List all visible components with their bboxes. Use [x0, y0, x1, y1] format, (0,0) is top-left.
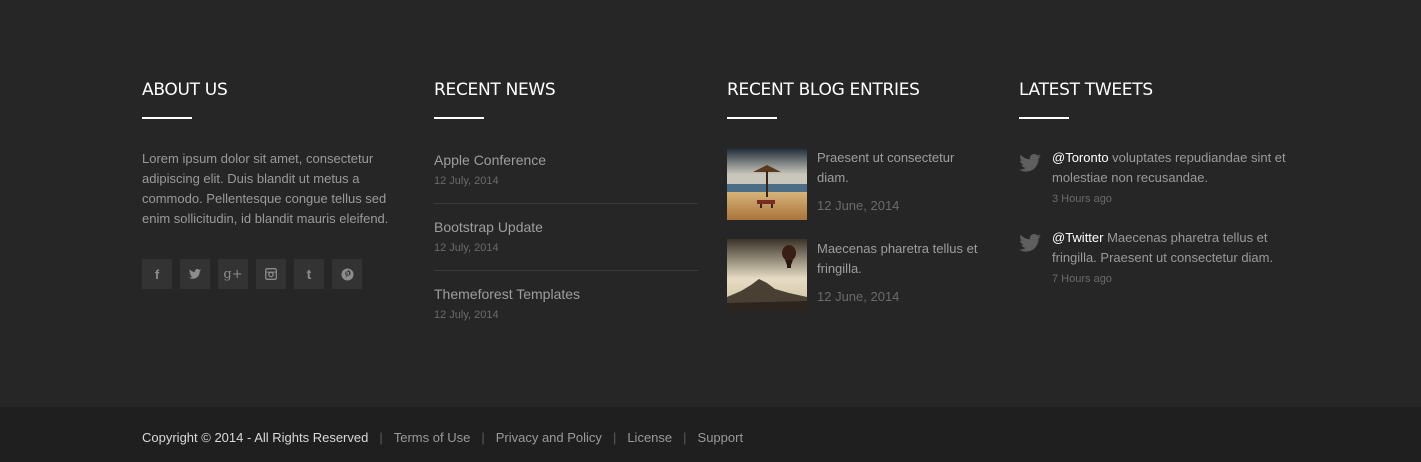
link-separator: |: [481, 430, 485, 445]
news-item-date: 12 July, 2014: [434, 175, 499, 187]
news-item: Themeforest Templates 12 July, 2014: [434, 285, 698, 321]
news-item-date: 12 July, 2014: [434, 242, 499, 254]
tumblr-button[interactable]: t: [294, 259, 324, 289]
recent-blog-heading: RECENT BLOG ENTRIES: [727, 80, 920, 100]
hot-air-balloon-image[interactable]: [727, 239, 807, 311]
facebook-icon: f: [154, 266, 160, 282]
news-divider: [434, 270, 698, 271]
news-item-date: 12 July, 2014: [434, 309, 499, 321]
tweet-time: 3 Hours ago: [1052, 193, 1112, 205]
twitter-bird-icon: [1019, 234, 1041, 252]
pinterest-button[interactable]: [332, 259, 362, 289]
tweet-handle-link[interactable]: @Toronto: [1052, 150, 1109, 165]
tumblr-icon: t: [306, 266, 312, 282]
terms-of-use-link[interactable]: Terms of Use: [394, 430, 471, 445]
link-separator: |: [683, 430, 687, 445]
link-separator: |: [379, 430, 383, 445]
copyright-text: Copyright © 2014 - All Rights Reserved: [142, 430, 369, 445]
google-plus-button[interactable]: g+: [218, 259, 248, 289]
news-item-title[interactable]: Apple Conference: [434, 151, 698, 169]
link-separator: |: [612, 430, 617, 445]
facebook-button[interactable]: f: [142, 259, 172, 289]
news-item-title[interactable]: Bootstrap Update: [434, 218, 698, 236]
instagram-button[interactable]: [256, 259, 286, 289]
news-item-title[interactable]: Themeforest Templates: [434, 285, 698, 303]
tweet-text: @Twitter Maecenas pharetra tellus et fri…: [1052, 228, 1288, 268]
tweet-handle-link[interactable]: @Twitter: [1052, 230, 1103, 245]
beach-umbrella-image[interactable]: [727, 148, 807, 220]
blog-entry-title[interactable]: Praesent ut consectetur diam.: [817, 148, 989, 188]
about-us-text: Lorem ipsum dolor sit amet, consectetur …: [142, 151, 389, 226]
news-divider: [434, 203, 698, 204]
privacy-policy-link[interactable]: Privacy and Policy: [496, 430, 602, 445]
heading-underline: [727, 117, 777, 119]
news-item: Bootstrap Update 12 July, 2014: [434, 218, 698, 254]
blog-entry-date: 12 June, 2014: [817, 198, 900, 213]
blog-entry-title[interactable]: Maecenas pharetra tellus et fringilla.: [817, 239, 989, 279]
heading-underline: [142, 117, 192, 119]
twitter-icon: [189, 269, 201, 279]
footer-main: ABOUT US Lorem ipsum dolor sit amet, con…: [0, 0, 1421, 407]
about-us-heading: ABOUT US: [142, 80, 228, 100]
news-item: Apple Conference 12 July, 2014: [434, 151, 698, 187]
blog-entry: Praesent ut consectetur diam. 12 June, 2…: [727, 148, 989, 220]
recent-news-heading: RECENT NEWS: [434, 80, 556, 100]
tweet-text: @Toronto voluptates repudiandae sint et …: [1052, 148, 1288, 188]
twitter-button[interactable]: [180, 259, 210, 289]
footer-bottom-bar: Copyright © 2014 - All Rights Reserved |…: [0, 407, 1421, 462]
google-plus-icon: g+: [223, 266, 243, 282]
instagram-icon: [265, 268, 277, 280]
heading-underline: [434, 117, 484, 119]
tweet-time: 7 Hours ago: [1052, 273, 1112, 285]
footer-bottom-links: Copyright © 2014 - All Rights Reserved |…: [142, 430, 743, 445]
license-link[interactable]: License: [627, 430, 672, 445]
blog-entry-date: 12 June, 2014: [817, 289, 900, 304]
pinterest-icon: [341, 268, 353, 280]
blog-entry: Maecenas pharetra tellus et fringilla. 1…: [727, 239, 989, 311]
support-link[interactable]: Support: [698, 430, 744, 445]
twitter-bird-icon: [1019, 154, 1041, 172]
heading-underline: [1019, 117, 1069, 119]
social-links: f g+ t: [142, 259, 362, 289]
latest-tweets-heading: LATEST TWEETS: [1019, 80, 1153, 100]
